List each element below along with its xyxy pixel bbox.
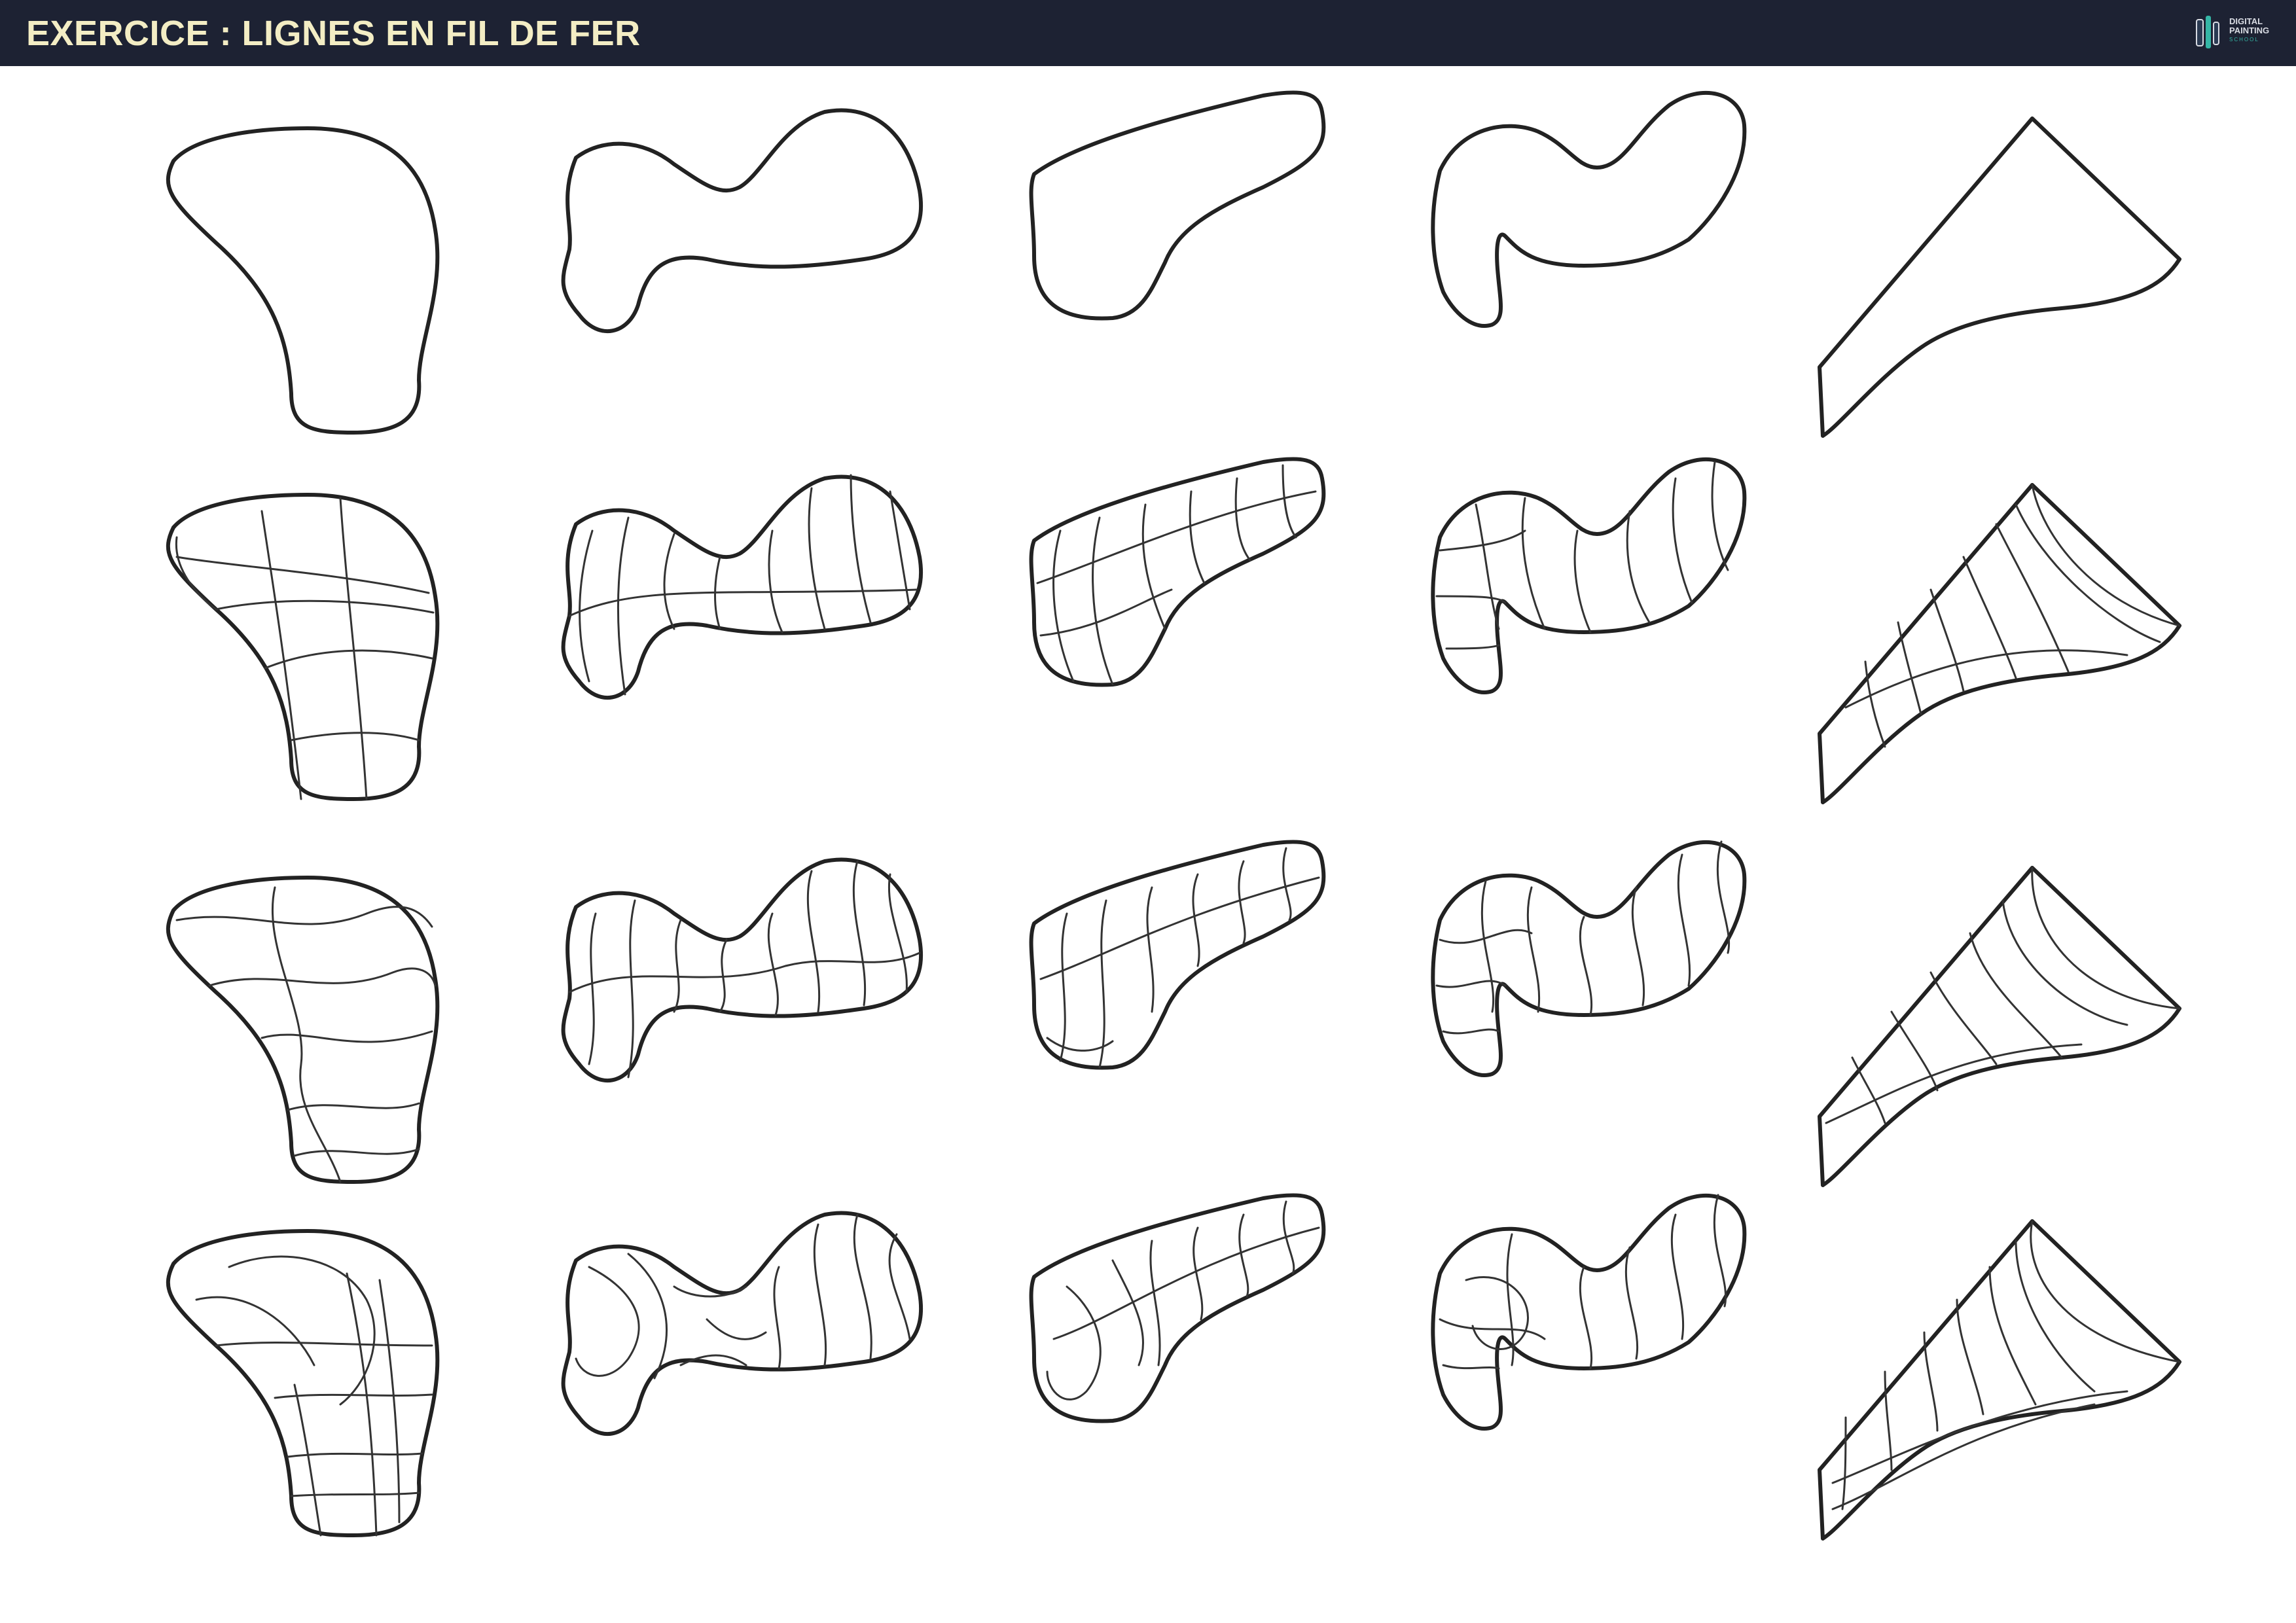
- row-2-shape-2: [564, 474, 922, 698]
- row-3-shape-5: [1820, 868, 2179, 1185]
- brush-logo-icon: [2196, 16, 2219, 48]
- row-1: [168, 92, 2179, 436]
- row-3-shape-2: [564, 860, 922, 1081]
- row-1-shape-2: [564, 111, 922, 332]
- logo-line-3: SCHOOL: [2229, 37, 2259, 43]
- digital-painting-school-logo: DIGITAL PAINTING SCHOOL: [2193, 12, 2282, 55]
- logo-line-2: PAINTING: [2229, 26, 2270, 35]
- row-1-shape-4: [1433, 93, 1744, 326]
- row-3-shape-3: [1031, 842, 1324, 1067]
- row-1-shape-1: [168, 128, 438, 433]
- row-4-shape-1: [168, 1231, 438, 1535]
- row-3: [168, 842, 2179, 1185]
- page-title: EXERCICE : LIGNES EN FIL DE FER: [26, 14, 641, 53]
- row-1-shape-5: [1820, 118, 2179, 436]
- row-3-shape-1: [168, 878, 438, 1182]
- row-2-shape-1: [168, 495, 438, 799]
- row-1-shape-3: [1031, 92, 1324, 318]
- row-4-shape-4: [1433, 1195, 1744, 1429]
- row-4-shape-5: [1820, 1221, 2179, 1539]
- logo-wordmark: DIGITAL PAINTING SCHOOL: [2229, 17, 2269, 45]
- row-4: [168, 1195, 2179, 1539]
- exercise-canvas: [0, 66, 2296, 1623]
- row-4-shape-2: [564, 1213, 922, 1435]
- row-2-shape-3: [1031, 459, 1324, 685]
- row-2-shape-4: [1433, 459, 1744, 692]
- logo-line-1: DIGITAL: [2229, 16, 2263, 26]
- row-4-shape-3: [1031, 1195, 1324, 1421]
- row-2-shape-5: [1820, 485, 2179, 802]
- row-3-shape-4: [1433, 842, 1744, 1075]
- row-2: [168, 459, 2179, 802]
- header-bar: EXERCICE : LIGNES EN FIL DE FER DIGITAL …: [0, 0, 2296, 66]
